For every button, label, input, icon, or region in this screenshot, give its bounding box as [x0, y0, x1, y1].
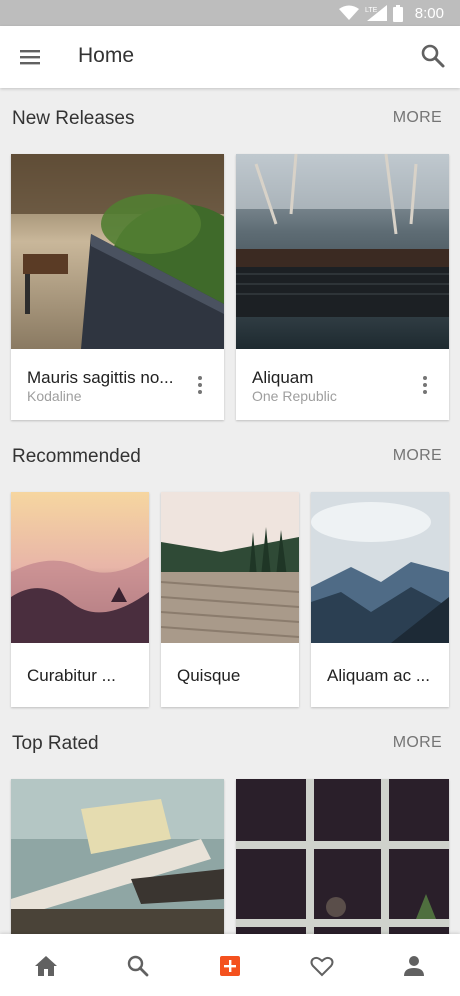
add-icon[interactable]	[216, 952, 244, 980]
album-card[interactable]	[11, 779, 224, 939]
account-icon[interactable]	[400, 952, 428, 980]
album-cover-image	[236, 779, 449, 939]
status-bar: LTE 8:00	[0, 0, 460, 26]
section-header-top-rated: Top Rated MORE	[0, 723, 460, 763]
section-header-recommended: Recommended MORE	[0, 436, 460, 476]
search-icon[interactable]	[420, 43, 446, 69]
section-title: Recommended	[12, 446, 141, 467]
album-cover-image	[236, 154, 449, 349]
album-cover-image	[11, 154, 224, 349]
album-card[interactable]: Aliquam One Republic	[236, 154, 449, 420]
album-artist: Kodaline	[27, 388, 82, 404]
album-title: Aliquam	[252, 368, 314, 387]
playlist-cover-image	[161, 492, 299, 643]
wifi-icon	[338, 5, 359, 20]
more-button[interactable]: MORE	[393, 447, 442, 465]
section-title: Top Rated	[12, 733, 99, 754]
more-button[interactable]: MORE	[393, 734, 442, 752]
playlist-card[interactable]: Curabitur ...	[11, 492, 149, 707]
album-card[interactable]	[236, 779, 449, 939]
playlist-title: Curabitur ...	[27, 666, 116, 685]
album-card[interactable]: Mauris sagittis no... Kodaline	[11, 154, 224, 420]
page-title: Home	[78, 44, 135, 67]
playlist-cover-image	[11, 492, 149, 643]
lte-signal-icon: LTE	[365, 5, 387, 21]
overflow-menu-icon[interactable]	[415, 373, 435, 397]
playlist-title: Aliquam ac ...	[327, 666, 430, 685]
home-icon[interactable]	[32, 952, 60, 980]
playlist-card[interactable]: Aliquam ac ...	[311, 492, 449, 707]
album-artist: One Republic	[252, 388, 337, 404]
battery-icon	[392, 4, 403, 22]
svg-text:LTE: LTE	[365, 7, 378, 14]
more-button[interactable]: MORE	[393, 109, 442, 127]
album-cover-image	[11, 779, 224, 939]
section-header-new-releases: New Releases MORE	[0, 98, 460, 138]
clock: 8:00	[414, 4, 444, 22]
favorite-icon[interactable]	[308, 952, 336, 980]
search-icon[interactable]	[124, 952, 152, 980]
section-title: New Releases	[12, 108, 135, 129]
app-bar: Home	[0, 26, 460, 88]
overflow-menu-icon[interactable]	[190, 373, 210, 397]
playlist-title: Quisque	[177, 666, 241, 685]
menu-icon[interactable]	[18, 45, 42, 69]
album-title: Mauris sagittis no...	[27, 368, 174, 387]
bottom-navigation	[0, 934, 460, 996]
playlist-cover-image	[311, 492, 449, 643]
playlist-card[interactable]: Quisque	[161, 492, 299, 707]
